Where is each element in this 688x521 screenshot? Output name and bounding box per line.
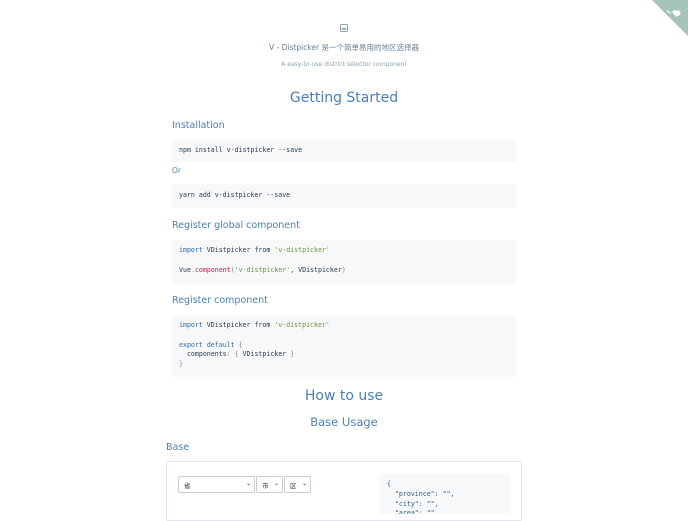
code-token: import — [179, 321, 203, 329]
code-token: 'v-distpicker' — [274, 321, 330, 329]
code-yarn-text: yarn add v-distpicker --save — [179, 191, 291, 199]
code-register-global: import VDistpicker from 'v-distpicker' V… — [172, 240, 516, 283]
heading-register-global: Register global component — [172, 220, 300, 231]
code-token: default — [206, 340, 235, 349]
province-select[interactable]: 省 ⌄ — [178, 476, 255, 493]
heading-how-to-use: How to use — [304, 388, 384, 404]
chevron-down-icon: ⌄ — [273, 480, 279, 487]
code-token: component — [194, 265, 231, 274]
heading-installation: Installation — [172, 120, 225, 131]
code-token: VDistpicker — [202, 246, 255, 254]
area-select-value: 区 — [290, 482, 297, 490]
code-yarn: yarn add v-distpicker --save — [172, 184, 516, 208]
code-token: VDistpicker — [238, 350, 291, 359]
city-select-value: 市 — [262, 482, 269, 490]
heading-register-component: Register component — [172, 295, 268, 306]
code-register-component: import VDistpicker from 'v-distpicker' e… — [172, 315, 516, 377]
code-token: VDistpicker — [202, 321, 255, 329]
code-token: components — [179, 350, 227, 359]
code-token: Vue — [179, 265, 191, 274]
code-token: } — [290, 350, 295, 359]
chevron-down-icon: ⌄ — [301, 480, 307, 487]
broken-image-icon — [340, 24, 348, 32]
city-select[interactable]: 市 ⌄ — [256, 476, 283, 493]
code-token: : — [226, 350, 235, 359]
heading-base: Base — [166, 442, 190, 453]
code-token: { — [238, 340, 243, 349]
code-token: import — [179, 246, 203, 254]
text-or: Or — [172, 166, 181, 175]
code-token: 'v-distpicker' — [274, 246, 330, 254]
json-output: { "province": "", "city": "", "area": "" — [380, 474, 510, 514]
code-token: 'v-distpicker' — [234, 265, 291, 274]
code-npm: npm install v-distpicker --save — [172, 140, 516, 162]
heading-base-usage: Base Usage — [310, 415, 378, 429]
code-token: from — [254, 246, 271, 254]
code-token: export — [179, 340, 203, 349]
heading-getting-started: Getting Started — [289, 90, 399, 106]
chevron-down-icon: ⌄ — [245, 480, 251, 487]
code-token: , VDistpicker — [290, 265, 342, 274]
page-description: A easy-to-use district selector componen… — [281, 61, 407, 68]
github-corner-icon[interactable] — [652, 0, 688, 36]
area-select[interactable]: 区 ⌄ — [284, 476, 311, 493]
page-title: V - Distpicker 是一个简单易用的地区选择器 — [269, 43, 419, 52]
province-select-value: 省 — [184, 482, 191, 490]
code-token: from — [254, 321, 271, 329]
code-npm-text: npm install v-distpicker --save — [179, 146, 303, 154]
code-token: ) — [341, 265, 346, 274]
code-token: } — [179, 360, 183, 369]
